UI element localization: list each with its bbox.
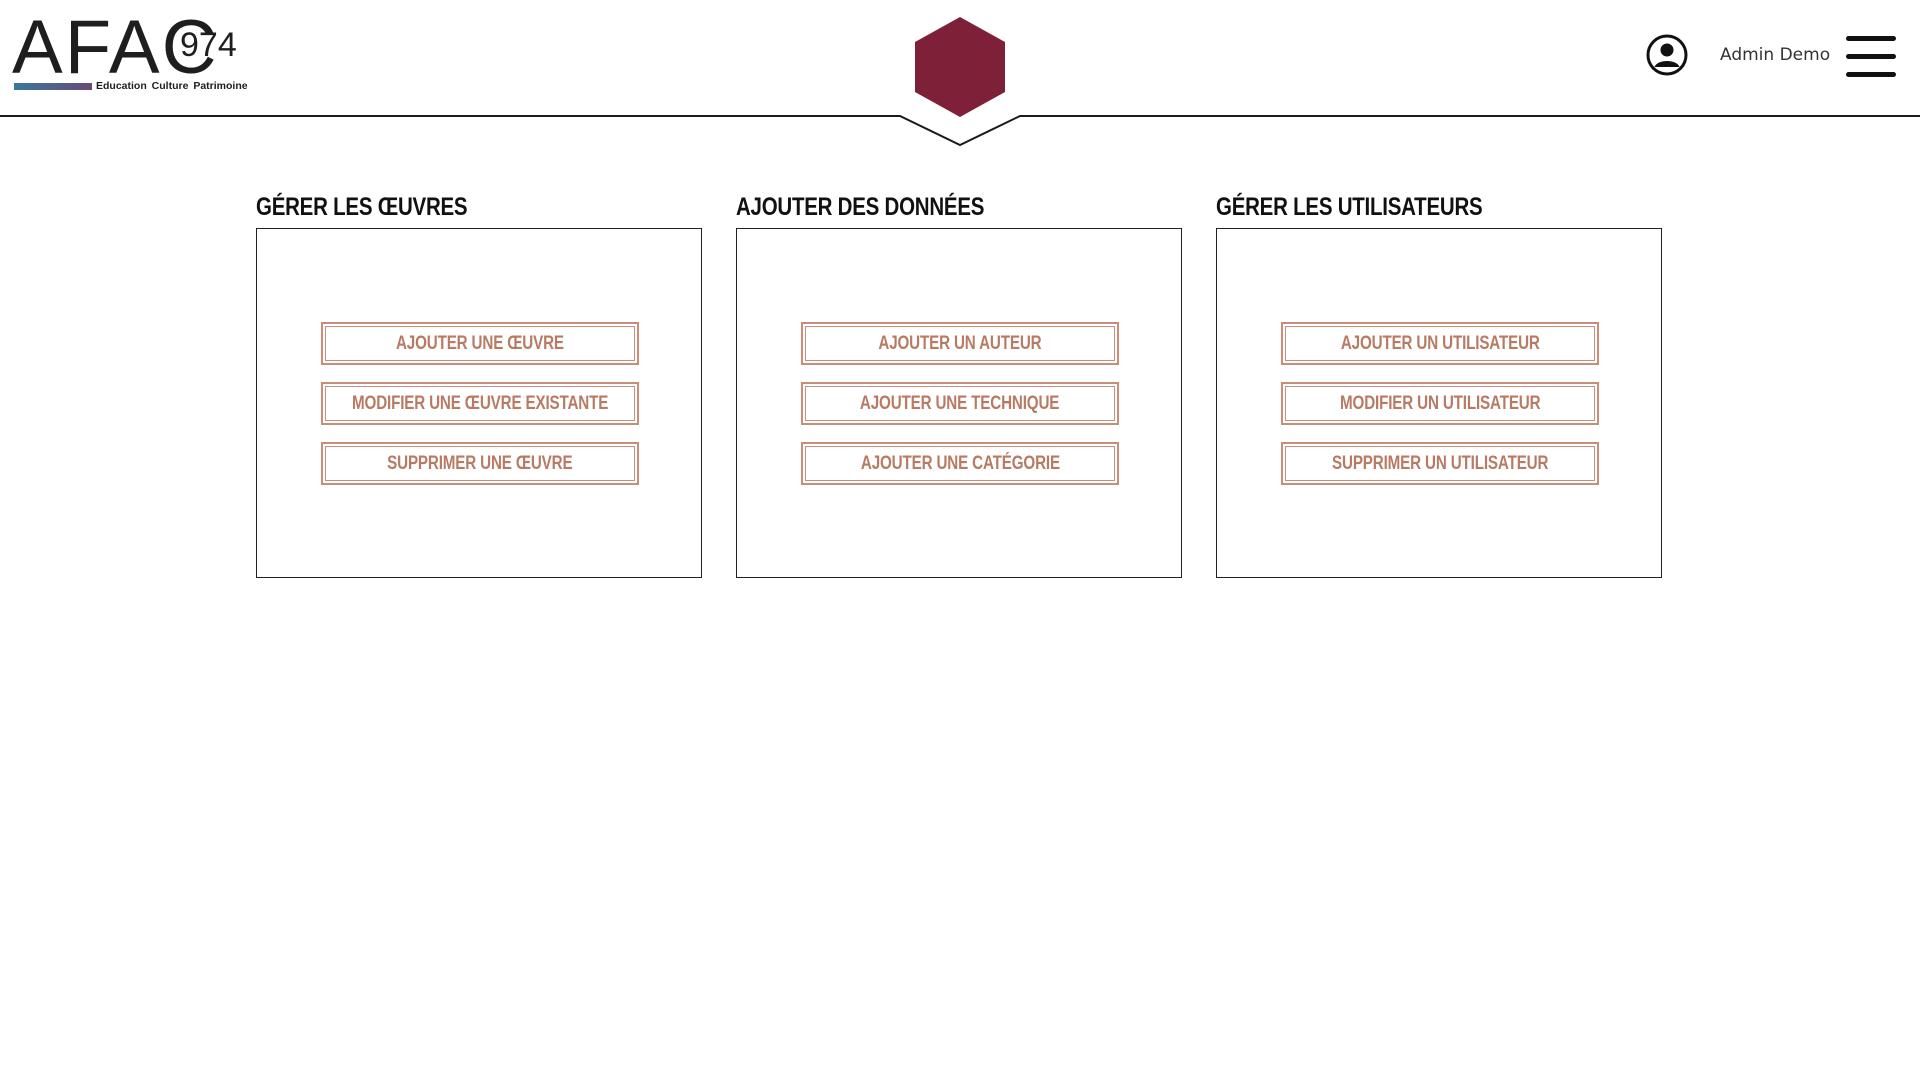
add-author-button[interactable]: AJOUTER UN AUTEUR [801, 322, 1119, 365]
menu-bar [1846, 72, 1896, 77]
hamburger-menu-icon[interactable] [1846, 36, 1896, 78]
delete-oeuvre-button[interactable]: SUPPRIMER UNE ŒUVRE [321, 442, 639, 485]
logo-tagline: Education Culture Patrimoine [96, 80, 248, 92]
button-label: AJOUTER UNE TECHNIQUE [860, 392, 1060, 414]
menu-bar [1846, 36, 1896, 41]
button-label: AJOUTER UN UTILISATEUR [1340, 332, 1540, 354]
panel-utilisateurs: AJOUTER UN UTILISATEUR MODIFIER UN UTILI… [1216, 228, 1662, 578]
button-label: MODIFIER UN UTILISATEUR [1339, 392, 1541, 414]
add-oeuvre-button[interactable]: AJOUTER UNE ŒUVRE [321, 322, 639, 365]
user-name[interactable]: Admin Demo [1720, 45, 1830, 65]
panel-oeuvres: AJOUTER UNE ŒUVRE MODIFIER UNE ŒUVRE EXI… [256, 228, 702, 578]
add-technique-button[interactable]: AJOUTER UNE TECHNIQUE [801, 382, 1119, 425]
panel-heading-utilisateurs: GÉRER LES UTILISATEURS [1216, 193, 1483, 221]
user-circle-icon[interactable] [1645, 33, 1689, 77]
button-label: AJOUTER UNE ŒUVRE [396, 332, 564, 354]
button-label: AJOUTER UN AUTEUR [878, 332, 1042, 354]
logo-color-bar [14, 83, 92, 90]
hexagon-icon [915, 17, 1005, 117]
logo-number: 974 [180, 26, 237, 64]
delete-user-button[interactable]: SUPPRIMER UN UTILISATEUR [1281, 442, 1599, 485]
button-label: AJOUTER UNE CATÉGORIE [860, 452, 1060, 474]
button-label: SUPPRIMER UN UTILISATEUR [1331, 452, 1549, 474]
edit-oeuvre-button[interactable]: MODIFIER UNE ŒUVRE EXISTANTE [321, 382, 639, 425]
button-label: SUPPRIMER UNE ŒUVRE [387, 452, 573, 474]
button-label: MODIFIER UNE ŒUVRE EXISTANTE [351, 392, 609, 414]
afac-logo[interactable]: AFAC 974 Education Culture Patrimoine [12, 10, 248, 94]
menu-bar [1846, 54, 1896, 59]
add-user-button[interactable]: AJOUTER UN UTILISATEUR [1281, 322, 1599, 365]
panel-donnees: AJOUTER UN AUTEUR AJOUTER UNE TECHNIQUE … [736, 228, 1182, 578]
panel-heading-oeuvres: GÉRER LES ŒUVRES [256, 193, 468, 221]
add-category-button[interactable]: AJOUTER UNE CATÉGORIE [801, 442, 1119, 485]
edit-user-button[interactable]: MODIFIER UN UTILISATEUR [1281, 382, 1599, 425]
top-header: AFAC 974 Education Culture Patrimoine Ad… [0, 0, 1920, 150]
panel-heading-donnees: AJOUTER DES DONNÉES [736, 193, 985, 221]
